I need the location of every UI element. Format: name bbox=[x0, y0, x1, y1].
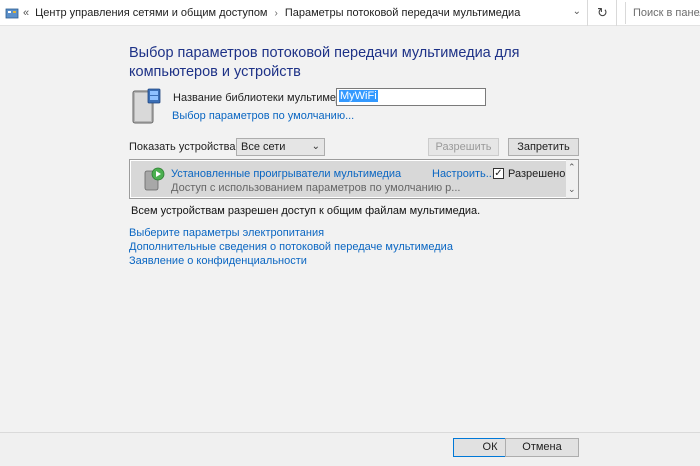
list-item[interactable]: Установленные проигрыватели мультимедиа … bbox=[131, 161, 567, 197]
cancel-button[interactable]: Отмена bbox=[505, 438, 579, 457]
allowed-label: Разрешено bbox=[508, 168, 566, 180]
page-title: Выбор параметров потоковой передачи муль… bbox=[129, 45, 520, 80]
media-player-icon bbox=[144, 167, 165, 191]
dialog-footer: ОК Отмена bbox=[0, 432, 700, 466]
chevron-down-icon[interactable]: ⌄ bbox=[568, 184, 576, 195]
list-scrollbar[interactable]: ⌃ ⌄ bbox=[566, 160, 578, 198]
chevron-down-icon: ⌄ bbox=[311, 141, 320, 152]
streaming-info-link[interactable]: Дополнительные сведения о потоковой пере… bbox=[129, 241, 453, 253]
library-name-label: Название библиотеки мультимедиа: bbox=[173, 92, 358, 104]
configure-link[interactable]: Настроить... bbox=[432, 168, 495, 180]
back-chevrons-icon[interactable]: « bbox=[23, 7, 29, 19]
control-panel-icon bbox=[5, 8, 19, 19]
refresh-icon: ↻ bbox=[597, 5, 608, 20]
library-name-value: MyWiFi bbox=[339, 90, 378, 102]
library-name-input[interactable]: MyWiFi bbox=[336, 88, 486, 106]
refresh-button[interactable]: ↻ bbox=[589, 0, 617, 26]
address-bar: « Центр управления сетями и общим доступ… bbox=[0, 0, 700, 26]
breadcrumb[interactable]: « Центр управления сетями и общим доступ… bbox=[0, 0, 588, 26]
privacy-statement-link[interactable]: Заявление о конфиденциальности bbox=[129, 255, 307, 267]
breadcrumb-media-streaming[interactable]: Параметры потоковой передачи мультимедиа bbox=[285, 7, 520, 19]
media-library-icon bbox=[132, 88, 161, 124]
breadcrumb-network-center[interactable]: Центр управления сетями и общим доступом bbox=[35, 7, 267, 19]
chevron-right-icon[interactable]: › bbox=[275, 8, 278, 19]
chevron-up-icon[interactable]: ⌃ bbox=[568, 162, 576, 173]
device-description: Доступ с использованием параметров по ум… bbox=[171, 182, 461, 194]
network-select-value: Все сети bbox=[241, 141, 286, 153]
search-input[interactable]: Поиск в панели bbox=[625, 2, 700, 24]
chevron-down-icon[interactable]: ⌄ bbox=[573, 6, 581, 17]
allow-all-button[interactable]: Разрешить все bbox=[428, 138, 499, 169]
power-options-link[interactable]: Выберите параметры электропитания bbox=[129, 227, 324, 239]
access-summary: Всем устройствам разрешен доступ к общим… bbox=[131, 205, 481, 217]
deny-all-button[interactable]: Запретить все bbox=[508, 138, 579, 169]
default-settings-link[interactable]: Выбор параметров по умолчанию... bbox=[172, 110, 354, 122]
network-select[interactable]: Все сети ⌄ bbox=[236, 138, 325, 156]
allowed-checkbox[interactable]: ✓ bbox=[493, 168, 504, 179]
device-name-link[interactable]: Установленные проигрыватели мультимедиа bbox=[171, 168, 401, 180]
device-list[interactable]: Установленные проигрыватели мультимедиа … bbox=[129, 159, 579, 199]
